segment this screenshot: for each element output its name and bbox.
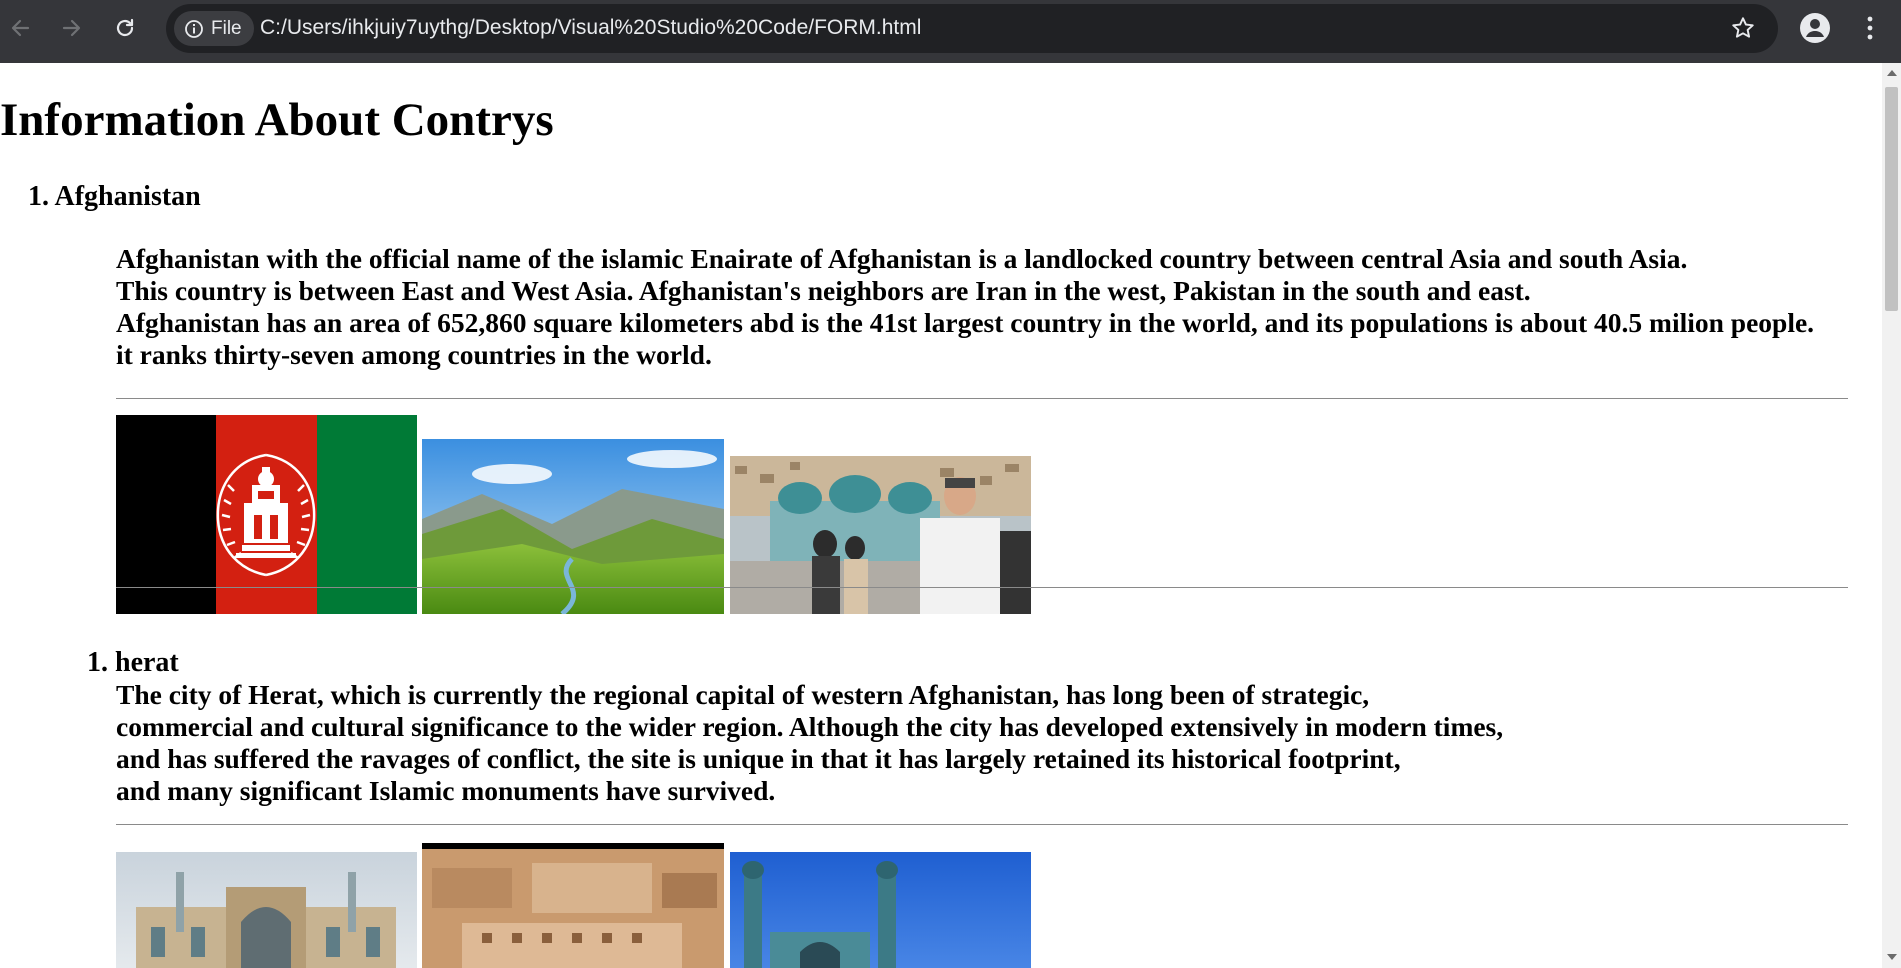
page-viewport[interactable]: Information About Contrys 1. Afghanistan…: [0, 63, 1882, 968]
bookmark-button[interactable]: [1730, 15, 1756, 46]
city-list-item: 1. herat: [87, 647, 179, 679]
scrollbar-thumb[interactable]: [1885, 87, 1898, 311]
arrow-left-icon: [11, 19, 30, 37]
divider: [116, 398, 1848, 399]
reload-icon: [116, 18, 134, 37]
blue-mosque-visitors: [730, 456, 1031, 614]
paragraph-line: The city of Herat, which is currently th…: [116, 679, 1370, 710]
address-bar[interactable]: File C:/Users/ihkjuiy7uythg/Desktop/Visu…: [166, 4, 1778, 53]
vertical-scrollbar[interactable]: [1882, 63, 1901, 968]
list-number: 1.: [87, 647, 108, 678]
browser-toolbar: File C:/Users/ihkjuiy7uythg/Desktop/Visu…: [0, 0, 1901, 63]
kebab-menu-icon: [1867, 16, 1873, 40]
arrow-right-icon: [62, 19, 81, 37]
paragraph-line: Afghanistan with the official name of th…: [116, 243, 1688, 274]
site-info-chip[interactable]: File: [174, 11, 254, 46]
url-text[interactable]: C:/Users/ihkjuiy7uythg/Desktop/Visual%20…: [260, 16, 921, 40]
city-name: herat: [115, 647, 179, 678]
paragraph-line: and many significant Islamic monuments h…: [116, 775, 776, 806]
scroll-up-arrow-icon[interactable]: [1887, 70, 1897, 76]
herat-great-mosque: [116, 852, 417, 968]
city-description: The city of Herat, which is currently th…: [116, 679, 1503, 807]
reload-button[interactable]: [105, 8, 145, 48]
paragraph-line: commercial and cultural significance to …: [116, 711, 1504, 742]
country-description: Afghanistan with the official name of th…: [116, 243, 1814, 371]
list-number: 1.: [28, 181, 49, 212]
site-chip-label: File: [211, 17, 242, 39]
flag-of-afghanistan: [116, 415, 417, 614]
profile-icon: [1800, 13, 1830, 43]
country-list-item: 1. Afghanistan: [28, 181, 201, 213]
star-icon: [1732, 17, 1754, 38]
divider: [116, 587, 1848, 588]
profile-button[interactable]: [1798, 11, 1832, 45]
forward-button[interactable]: [52, 8, 92, 48]
herat-citadel-aerial: [422, 843, 724, 968]
info-icon: [185, 19, 203, 38]
divider: [116, 824, 1848, 825]
country-name: Afghanistan: [54, 181, 201, 212]
paragraph-line: This country is between East and West As…: [116, 275, 1531, 306]
herat-mosque-minarets: [730, 852, 1031, 968]
paragraph-line: Afghanistan has an area of 652,860 squar…: [116, 307, 1815, 338]
paragraph-line: it ranks thirty-seven among countries in…: [116, 339, 712, 370]
paragraph-line: and has suffered the ravages of conflict…: [116, 743, 1401, 774]
page-title: Information About Contrys: [0, 94, 554, 146]
scroll-down-arrow-icon[interactable]: [1887, 954, 1897, 960]
back-button[interactable]: [0, 8, 40, 48]
browser-menu-button[interactable]: [1860, 10, 1880, 46]
